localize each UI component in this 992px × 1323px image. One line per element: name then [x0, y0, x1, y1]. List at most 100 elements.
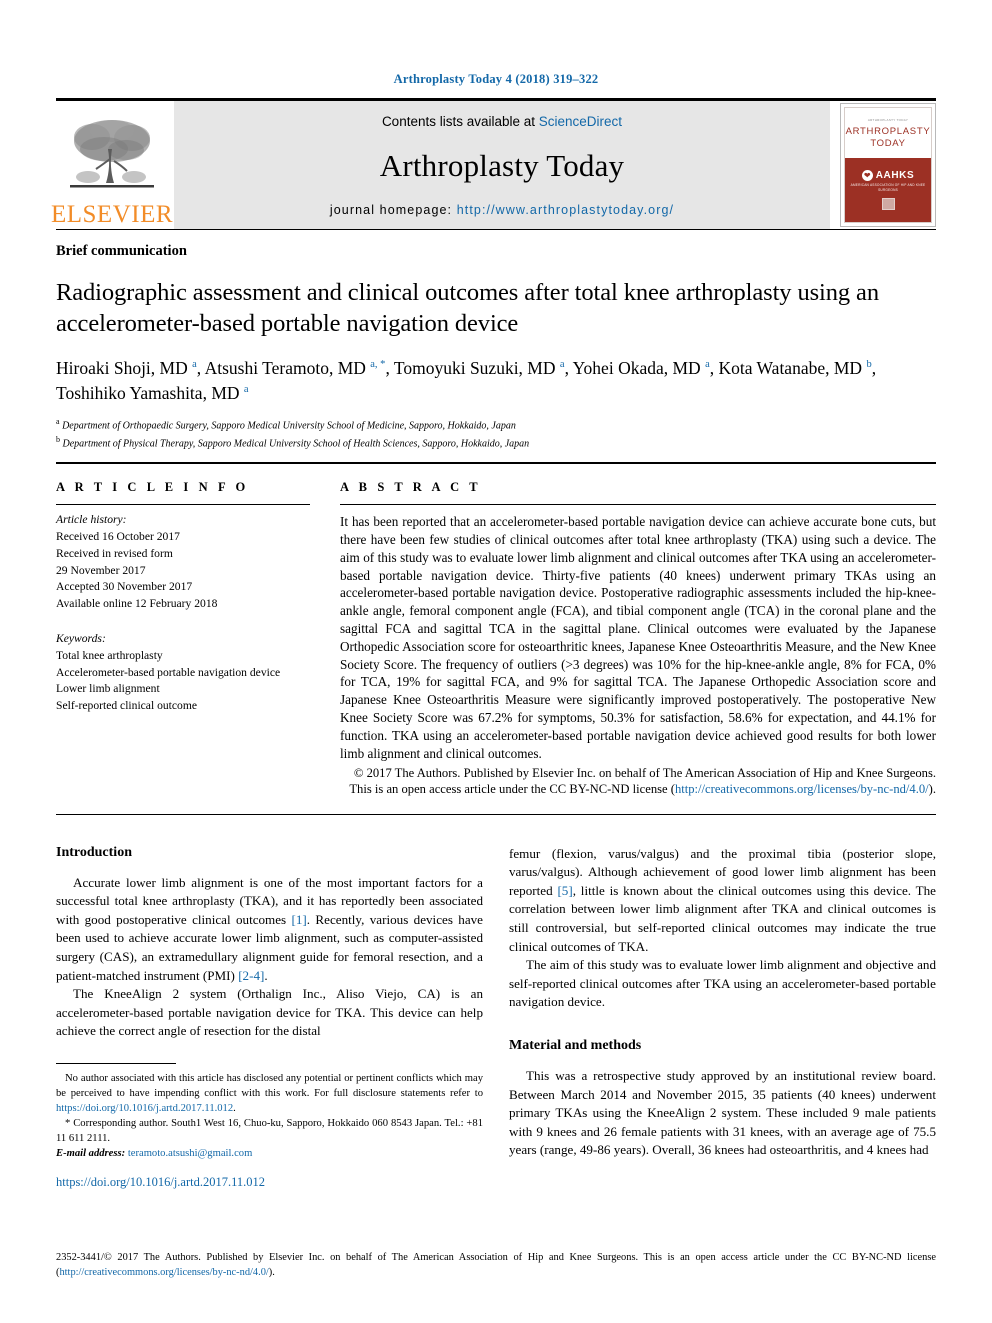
intro-paragraph-1: Accurate lower limb alignment is one of … — [56, 874, 483, 985]
elsevier-logo: ELSEVIER — [51, 101, 173, 229]
footnote-disclosure: No author associated with this article h… — [56, 1071, 483, 1116]
running-head: Arthroplasty Today 4 (2018) 319–322 — [393, 72, 599, 86]
author-name: Toshihiko Yamashita, MD — [56, 383, 240, 404]
aahks-logo: ❤ AAHKS — [861, 170, 915, 182]
author-name: Yohei Okada, MD — [572, 357, 701, 378]
journal-cover-title-line1: ARTHROPLASTY — [845, 125, 931, 137]
article-history-item: Received 16 October 2017 — [56, 529, 180, 543]
keyword-item: Self-reported clinical outcome — [56, 699, 197, 713]
intro-p2-cont-b: , little is known about the clinical out… — [509, 882, 936, 954]
journal-homepage-label: journal homepage: — [329, 203, 457, 217]
intro-paragraph-2: The KneeAlign 2 system (Orthalign Inc., … — [56, 986, 483, 1039]
doi-line[interactable]: https://doi.org/10.1016/j.artd.2017.11.0… — [56, 1175, 483, 1190]
article-type: Brief communication — [56, 243, 187, 259]
footnote-email-line: E-mail address: teramoto.atsushi@gmail.c… — [56, 1146, 483, 1161]
abstract-license-link[interactable]: http://creativecommons.org/licenses/by-n… — [675, 782, 929, 796]
author-item[interactable]: Toshihiko Yamashita, MD a — [56, 383, 249, 403]
author-name: Hiroaki Shoji, MD — [56, 357, 188, 378]
author-affil-mark: a, * — [370, 358, 386, 370]
affiliation-mark: a — [56, 417, 60, 427]
footnote-disclosure-link[interactable]: https://doi.org/10.1016/j.artd.2017.11.0… — [56, 1103, 233, 1114]
affiliation-text: Department of Physical Therapy, Sapporo … — [62, 438, 530, 450]
author-item[interactable]: Tomoyuki Suzuki, MD a — [394, 358, 565, 378]
citation-ref-5[interactable]: [5] — [557, 883, 572, 898]
author-list: Hiroaki Shoji, MD a, Atsushi Teramoto, M… — [56, 357, 877, 404]
abstract-copyright: © 2017 The Authors. Published by Elsevie… — [340, 765, 936, 798]
page-title: Radiographic assessment and clinical out… — [56, 279, 879, 338]
author-name: Kota Watanabe, MD — [718, 357, 863, 378]
author-affil-mark: a — [705, 358, 710, 370]
section-heading-material-and-methods: Material and methods — [509, 1037, 642, 1053]
sciencedirect-link[interactable]: ScienceDirect — [539, 114, 622, 129]
author-item[interactable]: Yohei Okada, MD a — [573, 358, 710, 378]
author-item[interactable]: Kota Watanabe, MD b — [718, 358, 871, 378]
journal-cover-tiny-text: ARTHROPLASTY TODAY — [867, 117, 909, 122]
affiliation-item: a Department of Orthopaedic Surgery, Sap… — [56, 416, 936, 433]
affiliation-item: b Department of Physical Therapy, Sappor… — [56, 434, 936, 451]
footnote-corresponding-author: * Corresponding author. South1 West 16, … — [56, 1116, 483, 1146]
info-abstract-row: A R T I C L E I N F O Article history: R… — [56, 480, 936, 798]
contents-available-line: Contents lists available at ScienceDirec… — [382, 114, 622, 129]
article-history-item: Received in revised form — [56, 546, 173, 560]
article-info-rule — [56, 504, 310, 506]
keywords-block: Keywords: Total knee arthroplasty Accele… — [56, 631, 310, 715]
citation-ref-2-4[interactable]: [2-4] — [238, 968, 264, 983]
footnote-rule — [56, 1062, 176, 1064]
affiliation-text: Department of Orthopaedic Surgery, Sappo… — [62, 420, 516, 432]
journal-cover-bottom: ❤ AAHKS AMERICAN ASSOCIATION OF HIP AND … — [845, 158, 931, 222]
footnote-disclosure-text: No author associated with this article h… — [56, 1072, 483, 1099]
footnote-block: No author associated with this article h… — [56, 1071, 483, 1161]
author-name: Atsushi Teramoto, MD — [204, 357, 366, 378]
article-history-item: Available online 12 February 2018 — [56, 597, 218, 611]
keyword-item: Accelerometer-based portable navigation … — [56, 665, 281, 679]
title-block-rule — [56, 462, 936, 465]
article-info-column: A R T I C L E I N F O Article history: R… — [56, 480, 310, 798]
banner-bottom-rule — [56, 229, 936, 230]
abstract-bottom-rule — [56, 813, 936, 815]
aahks-subtitle: AMERICAN ASSOCIATION OF HIP AND KNEE SUR… — [850, 183, 926, 193]
aahks-heart-icon: ❤ — [861, 170, 873, 182]
keyword-item: Lower limb alignment — [56, 682, 160, 696]
author-item[interactable]: Atsushi Teramoto, MD a, * — [205, 358, 386, 378]
contents-available-label: Contents lists available at — [381, 114, 539, 129]
intro-paragraph-2-continued: femur (flexion, varus/valgus) and the pr… — [509, 845, 936, 956]
article-history-item: Accepted 30 November 2017 — [56, 580, 193, 594]
keywords-label: Keywords: — [56, 631, 106, 645]
journal-cover-title-line2: TODAY — [870, 137, 906, 149]
elsevier-tree-icon — [70, 120, 154, 188]
abstract-copyright-tail: ). — [928, 782, 936, 797]
issn-license-link[interactable]: http://creativecommons.org/licenses/by-n… — [59, 1267, 268, 1278]
elsevier-wordmark: ELSEVIER — [50, 201, 174, 228]
journal-homepage-line: journal homepage: http://www.arthroplast… — [330, 203, 674, 217]
abstract-column: A B S T R A C T It has been reported tha… — [340, 480, 936, 798]
journal-banner: ELSEVIER Contents lists available at Sci… — [51, 98, 936, 229]
intro-p1-text-c: . — [264, 967, 268, 983]
issn-copyright-tail: ). — [268, 1267, 275, 1279]
author-affil-mark: a — [243, 384, 249, 396]
citation-ref-1[interactable]: [1] — [292, 912, 307, 927]
paper-page: Arthroplasty Today 4 (2018) 319–322 ELSE… — [0, 0, 992, 1323]
keyword-item: Total knee arthroplasty — [56, 648, 163, 662]
author-affil-mark: a — [559, 358, 565, 370]
issn-copyright-line: 2352-3441/© 2017 The Authors. Published … — [56, 1251, 936, 1281]
footnote-disclosure-tail: . — [233, 1102, 236, 1114]
section-heading-introduction: Introduction — [56, 844, 132, 860]
affiliation-list: a Department of Orthopaedic Surgery, Sap… — [56, 416, 936, 451]
journal-title: Arthroplasty Today — [379, 148, 625, 183]
email-link[interactable]: teramoto.atsushi@gmail.com — [128, 1148, 253, 1159]
journal-cover-inner: ARTHROPLASTY TODAY ARTHROPLASTY TODAY ❤ … — [844, 107, 932, 223]
methods-paragraph-1: This was a retrospective study approved … — [509, 1067, 936, 1158]
abstract-heading: A B S T R A C T — [340, 480, 482, 495]
body-column-left: Introduction Accurate lower limb alignme… — [56, 845, 483, 1190]
article-history-block: Article history: Received 16 October 201… — [56, 512, 310, 613]
body-column-right: femur (flexion, varus/valgus) and the pr… — [509, 845, 936, 1190]
author-name: Tomoyuki Suzuki, MD — [393, 357, 556, 378]
author-item[interactable]: Hiroaki Shoji, MD a — [56, 358, 197, 378]
article-history-item: 29 November 2017 — [56, 563, 146, 577]
author-affil-mark: a — [192, 358, 197, 370]
author-affil-mark: b — [866, 358, 872, 370]
journal-cover-image-placeholder — [881, 197, 895, 210]
journal-homepage-link[interactable]: http://www.arthroplastytoday.org/ — [457, 203, 674, 217]
article-info-heading: A R T I C L E I N F O — [56, 480, 249, 495]
journal-banner-center: Contents lists available at ScienceDirec… — [174, 101, 830, 229]
